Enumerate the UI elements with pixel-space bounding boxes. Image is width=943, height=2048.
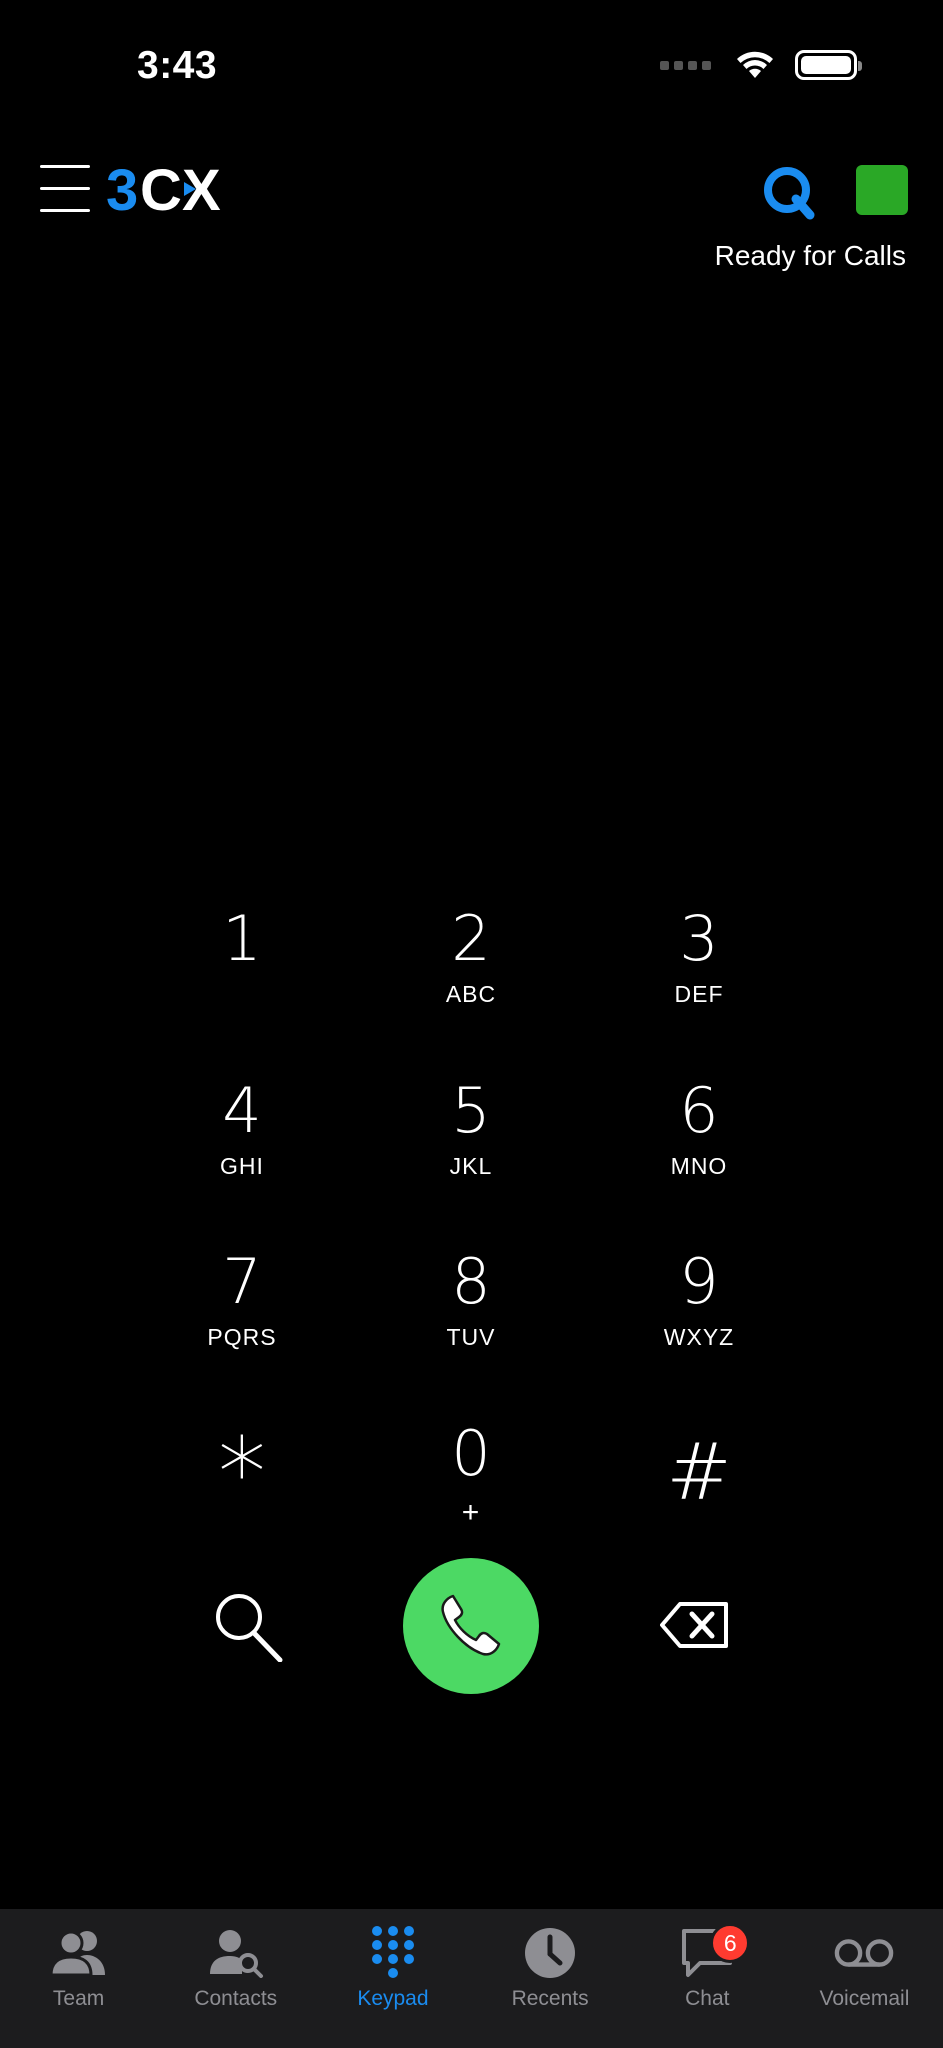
key-letters: TUV (446, 1324, 496, 1350)
dialer-screen: 3:43 3 C X Ready for Calls 1 2 ABC 3 DEF… (0, 0, 943, 2048)
tab-contacts[interactable]: Contacts (157, 1909, 314, 2048)
phone-icon (441, 1594, 501, 1656)
presence-status-button[interactable] (856, 165, 908, 215)
presence-status-label: Ready for Calls (714, 240, 906, 271)
key-letters: WXYZ (663, 1324, 735, 1350)
call-button[interactable] (403, 1558, 539, 1694)
wifi-icon (737, 51, 773, 78)
key-hash[interactable]: # (619, 1418, 779, 1548)
tab-chat[interactable]: 6 Chat (629, 1909, 786, 2048)
key-2[interactable]: 2 ABC (391, 903, 551, 1033)
key-letters: DEF (674, 981, 724, 1007)
tab-label: Chat (685, 1987, 730, 2010)
key-digit: 0 (451, 1417, 491, 1490)
status-indicators (660, 50, 862, 80)
team-icon (49, 1930, 105, 1977)
key-digit: 8 (451, 1245, 491, 1318)
tab-label: Contacts (194, 1987, 278, 2010)
svg-text:3: 3 (106, 160, 138, 218)
menu-button[interactable] (40, 165, 90, 215)
clock-icon (525, 1928, 576, 1978)
tab-voicemail[interactable]: Voicemail (786, 1909, 943, 2048)
tab-label: Keypad (357, 1987, 429, 2010)
3cx-logo: 3 C X (106, 160, 221, 218)
bottom-tab-bar: Team Contacts Keypad Recents 6 Chat Voic… (0, 1909, 943, 2048)
tab-team[interactable]: Team (0, 1909, 157, 2048)
key-letters: JKL (449, 1153, 493, 1179)
key-5[interactable]: 5 JKL (391, 1075, 551, 1205)
key-letters: GHI (220, 1153, 264, 1179)
key-star[interactable]: * (162, 1418, 322, 1548)
key-letters: PQRS (207, 1324, 277, 1350)
battery-icon (795, 50, 862, 80)
key-letters: ABC (445, 981, 497, 1007)
tab-keypad[interactable]: Keypad (314, 1909, 471, 2048)
status-time: 3:43 (137, 44, 218, 87)
tab-label: Voicemail (819, 1987, 910, 2010)
key-digit: 4 (222, 1074, 262, 1147)
key-3[interactable]: 3 DEF (619, 903, 779, 1033)
key-4[interactable]: 4 GHI (162, 1075, 322, 1205)
key-digit: 6 (679, 1074, 719, 1147)
key-1[interactable]: 1 (162, 903, 322, 1033)
search-icon[interactable] (212, 1590, 284, 1662)
backspace-icon[interactable] (660, 1600, 730, 1650)
key-0[interactable]: 0 + (391, 1418, 551, 1548)
key-9[interactable]: 9 WXYZ (619, 1246, 779, 1376)
key-digit: 3 (679, 902, 719, 975)
contacts-search-icon (209, 1930, 263, 1978)
key-6[interactable]: 6 MNO (619, 1075, 779, 1205)
key-digit: 2 (451, 902, 491, 975)
key-digit: 9 (679, 1245, 719, 1318)
search-q-icon[interactable] (760, 163, 818, 221)
key-7[interactable]: 7 PQRS (162, 1246, 322, 1376)
voicemail-icon (835, 1939, 894, 1967)
tab-label: Recents (511, 1987, 589, 2010)
key-digit: * (218, 1417, 266, 1529)
key-digit: 7 (222, 1245, 262, 1318)
tab-recents[interactable]: Recents (472, 1909, 629, 2048)
chat-unread-badge: 6 (710, 1923, 751, 1963)
key-8[interactable]: 8 TUV (391, 1246, 551, 1376)
key-digit: 1 (222, 902, 262, 975)
tab-label: Team (52, 1987, 105, 2010)
cellular-signal-icon (660, 60, 711, 70)
key-digit: # (666, 1428, 732, 1518)
keypad-icon (371, 1926, 414, 1978)
svg-text:C: C (140, 160, 182, 218)
key-digit: 5 (451, 1074, 491, 1147)
key-letters: + (461, 1496, 481, 1529)
key-letters: MNO (670, 1153, 728, 1179)
